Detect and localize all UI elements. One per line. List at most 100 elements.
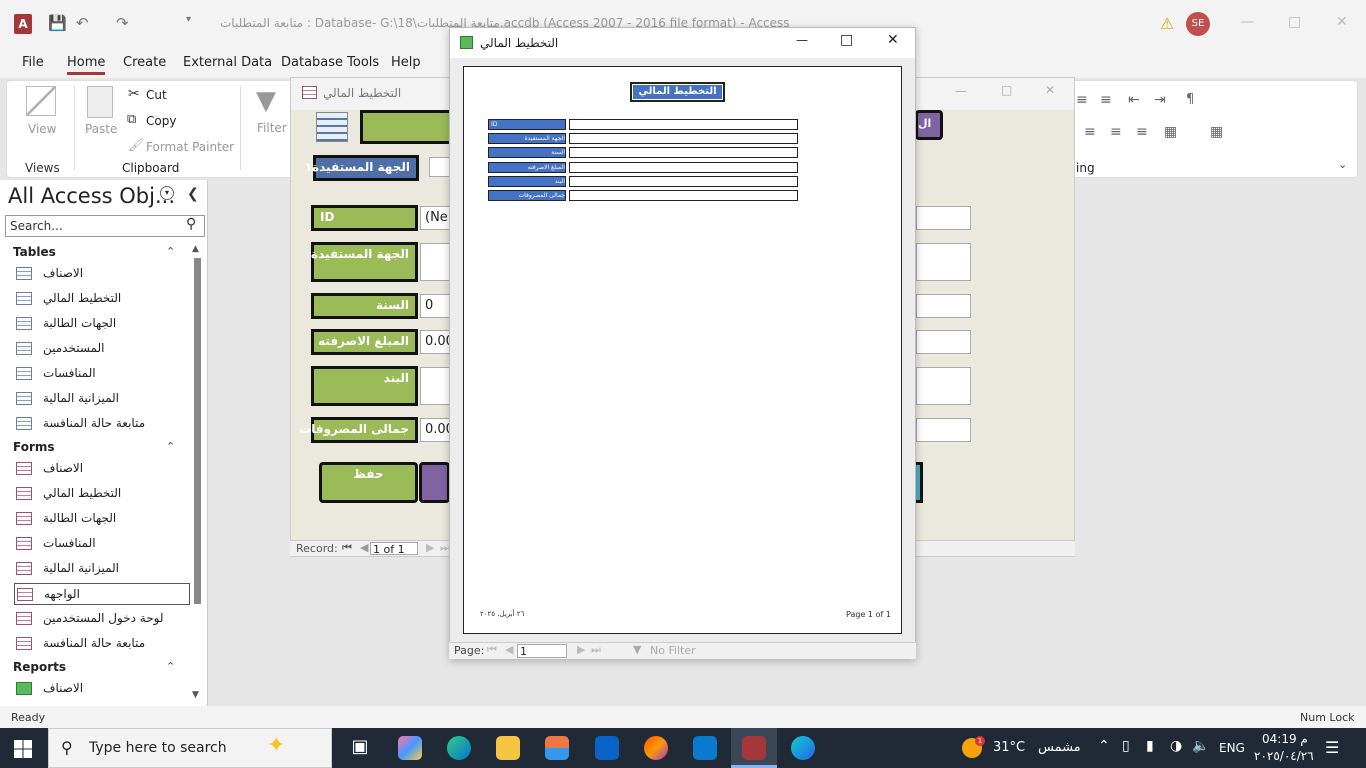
nav-item[interactable]: التخطيط المالي: [14, 483, 190, 505]
clock-time[interactable]: 04:19 م: [1262, 732, 1308, 746]
next-record-icon[interactable]: ▶: [426, 541, 434, 554]
page-number-field[interactable]: 1: [517, 644, 567, 658]
last-page-icon[interactable]: ⏭: [591, 643, 601, 657]
amount-spent-field[interactable]: 0.00: [420, 330, 450, 354]
collapse-section-icon[interactable]: ⌃: [166, 245, 175, 258]
prev-page-icon[interactable]: ◀: [505, 643, 513, 656]
meet-now-icon[interactable]: ▯: [1122, 738, 1130, 754]
store-icon[interactable]: [545, 736, 569, 760]
id-field[interactable]: (Ne: [420, 206, 450, 230]
wifi-icon[interactable]: ◑: [1170, 738, 1182, 754]
record-number-field[interactable]: 1 of 1: [370, 542, 418, 556]
nav-item[interactable]: الاصناف: [14, 678, 190, 700]
nav-item[interactable]: الميزانية المالية: [14, 388, 190, 410]
language-indicator[interactable]: ENG: [1219, 741, 1245, 755]
avatar[interactable]: SE: [1186, 12, 1210, 36]
nav-item[interactable]: المنافسات: [14, 533, 190, 555]
nav-item[interactable]: الجهات الطالبة: [14, 508, 190, 530]
minimize-icon[interactable]: —: [1240, 14, 1254, 30]
year-field-right[interactable]: [916, 294, 971, 318]
bullet-list-icon[interactable]: ≡: [1076, 92, 1088, 108]
nav-scrollbar[interactable]: ▲ ▼: [192, 244, 202, 704]
form-close-icon[interactable]: ✕: [1045, 83, 1055, 97]
report-minimize-icon[interactable]: —: [796, 33, 808, 47]
view-button[interactable]: View: [28, 122, 56, 136]
task-view-icon[interactable]: ▣: [348, 736, 372, 760]
filter-icon[interactable]: ▼: [256, 86, 276, 116]
nav-item[interactable]: الجهات الطالبة: [14, 313, 190, 335]
fill-color-icon[interactable]: ▦: [1164, 124, 1177, 140]
maximize-icon[interactable]: □: [1288, 14, 1301, 30]
nav-section-tables[interactable]: Tables: [13, 245, 56, 259]
gridlines-icon[interactable]: ▦: [1210, 124, 1223, 140]
right-blue-button[interactable]: [915, 462, 923, 503]
first-record-icon[interactable]: ⏮: [342, 541, 352, 555]
search-icon[interactable]: ⚲: [186, 216, 196, 232]
cut-button[interactable]: Cut: [146, 88, 167, 102]
nav-item[interactable]: الاصناف: [14, 263, 190, 285]
amount-field-right[interactable]: [916, 330, 971, 354]
nav-menu-icon[interactable]: ▾: [160, 186, 174, 200]
nav-section-forms[interactable]: Forms: [13, 440, 55, 454]
tab-create[interactable]: Create: [123, 55, 166, 70]
tab-home[interactable]: Home: [67, 55, 106, 75]
beneficiary-field-right[interactable]: [916, 243, 971, 281]
warning-icon[interactable]: ⚠: [1160, 14, 1174, 33]
report-maximize-icon[interactable]: □: [840, 32, 853, 48]
tray-chevron-icon[interactable]: ⌃: [1098, 738, 1110, 754]
save-icon[interactable]: 💾: [48, 14, 67, 32]
nav-item[interactable]: التخطيط المالي: [14, 288, 190, 310]
beneficiary-field[interactable]: [420, 243, 450, 281]
nav-section-reports[interactable]: Reports: [13, 660, 66, 674]
tab-database-tools[interactable]: Database Tools: [281, 55, 379, 70]
item-field-right[interactable]: [916, 367, 971, 405]
edge-icon[interactable]: [447, 736, 471, 760]
outlook-icon[interactable]: [595, 736, 619, 760]
top-right-button[interactable]: ال: [915, 110, 943, 140]
report-window-header[interactable]: التخطيط المالي — □ ✕: [450, 28, 915, 58]
firefox-icon[interactable]: [644, 736, 668, 760]
report-close-icon[interactable]: ✕: [887, 32, 899, 48]
purple-button[interactable]: [419, 462, 450, 503]
id-field-right[interactable]: [916, 206, 971, 230]
copy-button[interactable]: Copy: [146, 114, 176, 128]
paste-icon[interactable]: [87, 86, 113, 118]
no-filter-button[interactable]: No Filter: [650, 644, 696, 657]
filter-button[interactable]: Filter: [257, 121, 287, 135]
view-icon[interactable]: [26, 86, 56, 116]
year-field[interactable]: 0: [420, 294, 450, 318]
prev-record-icon[interactable]: ◀: [360, 541, 368, 554]
align-left-icon[interactable]: ≡: [1084, 124, 1096, 140]
access-taskbar-icon[interactable]: [742, 736, 766, 760]
nav-item[interactable]: متابعة حالة المنافسة: [14, 413, 190, 435]
nav-item[interactable]: متابعة حالة المنافسة: [14, 633, 190, 655]
next-page-icon[interactable]: ▶: [577, 643, 585, 656]
vscode-icon[interactable]: [693, 736, 717, 760]
file-explorer-icon[interactable]: [496, 736, 520, 760]
format-painter-button[interactable]: Format Painter: [146, 140, 234, 154]
decrease-indent-icon[interactable]: ⇤: [1128, 92, 1140, 108]
start-icon[interactable]: [14, 740, 32, 758]
search-input[interactable]: Search...: [5, 215, 205, 237]
tab-file[interactable]: File: [22, 55, 44, 70]
collapse-nav-icon[interactable]: ❮: [187, 186, 199, 202]
collapse-section-icon[interactable]: ⌃: [166, 440, 175, 453]
webex-icon[interactable]: [791, 736, 815, 760]
volume-icon[interactable]: 🔈: [1192, 738, 1209, 754]
tab-external-data[interactable]: External Data: [183, 55, 272, 70]
nav-item[interactable]: لوحة دخول المستخدمين: [14, 608, 190, 630]
nav-item[interactable]: الميزانية المالية: [14, 558, 190, 580]
notification-icon[interactable]: ☰: [1325, 738, 1339, 757]
numbered-list-icon[interactable]: ≡: [1100, 92, 1112, 108]
align-right-icon[interactable]: ≡: [1136, 124, 1148, 140]
form-maximize-icon[interactable]: □: [1001, 83, 1012, 97]
taskbar-search-input[interactable]: ⚲ Type here to search ✦: [48, 728, 332, 768]
form-header-button[interactable]: [360, 110, 452, 144]
nav-item[interactable]: الواجهه: [14, 583, 190, 605]
redo-icon[interactable]: ↷: [116, 14, 129, 32]
form-minimize-icon[interactable]: —: [955, 84, 967, 98]
undo-icon[interactable]: ↶: [76, 14, 89, 32]
total-expenses-field[interactable]: 0.00: [420, 418, 450, 442]
collapse-ribbon-icon[interactable]: ⌄: [1338, 158, 1347, 171]
increase-indent-icon[interactable]: ⇥: [1154, 92, 1166, 108]
